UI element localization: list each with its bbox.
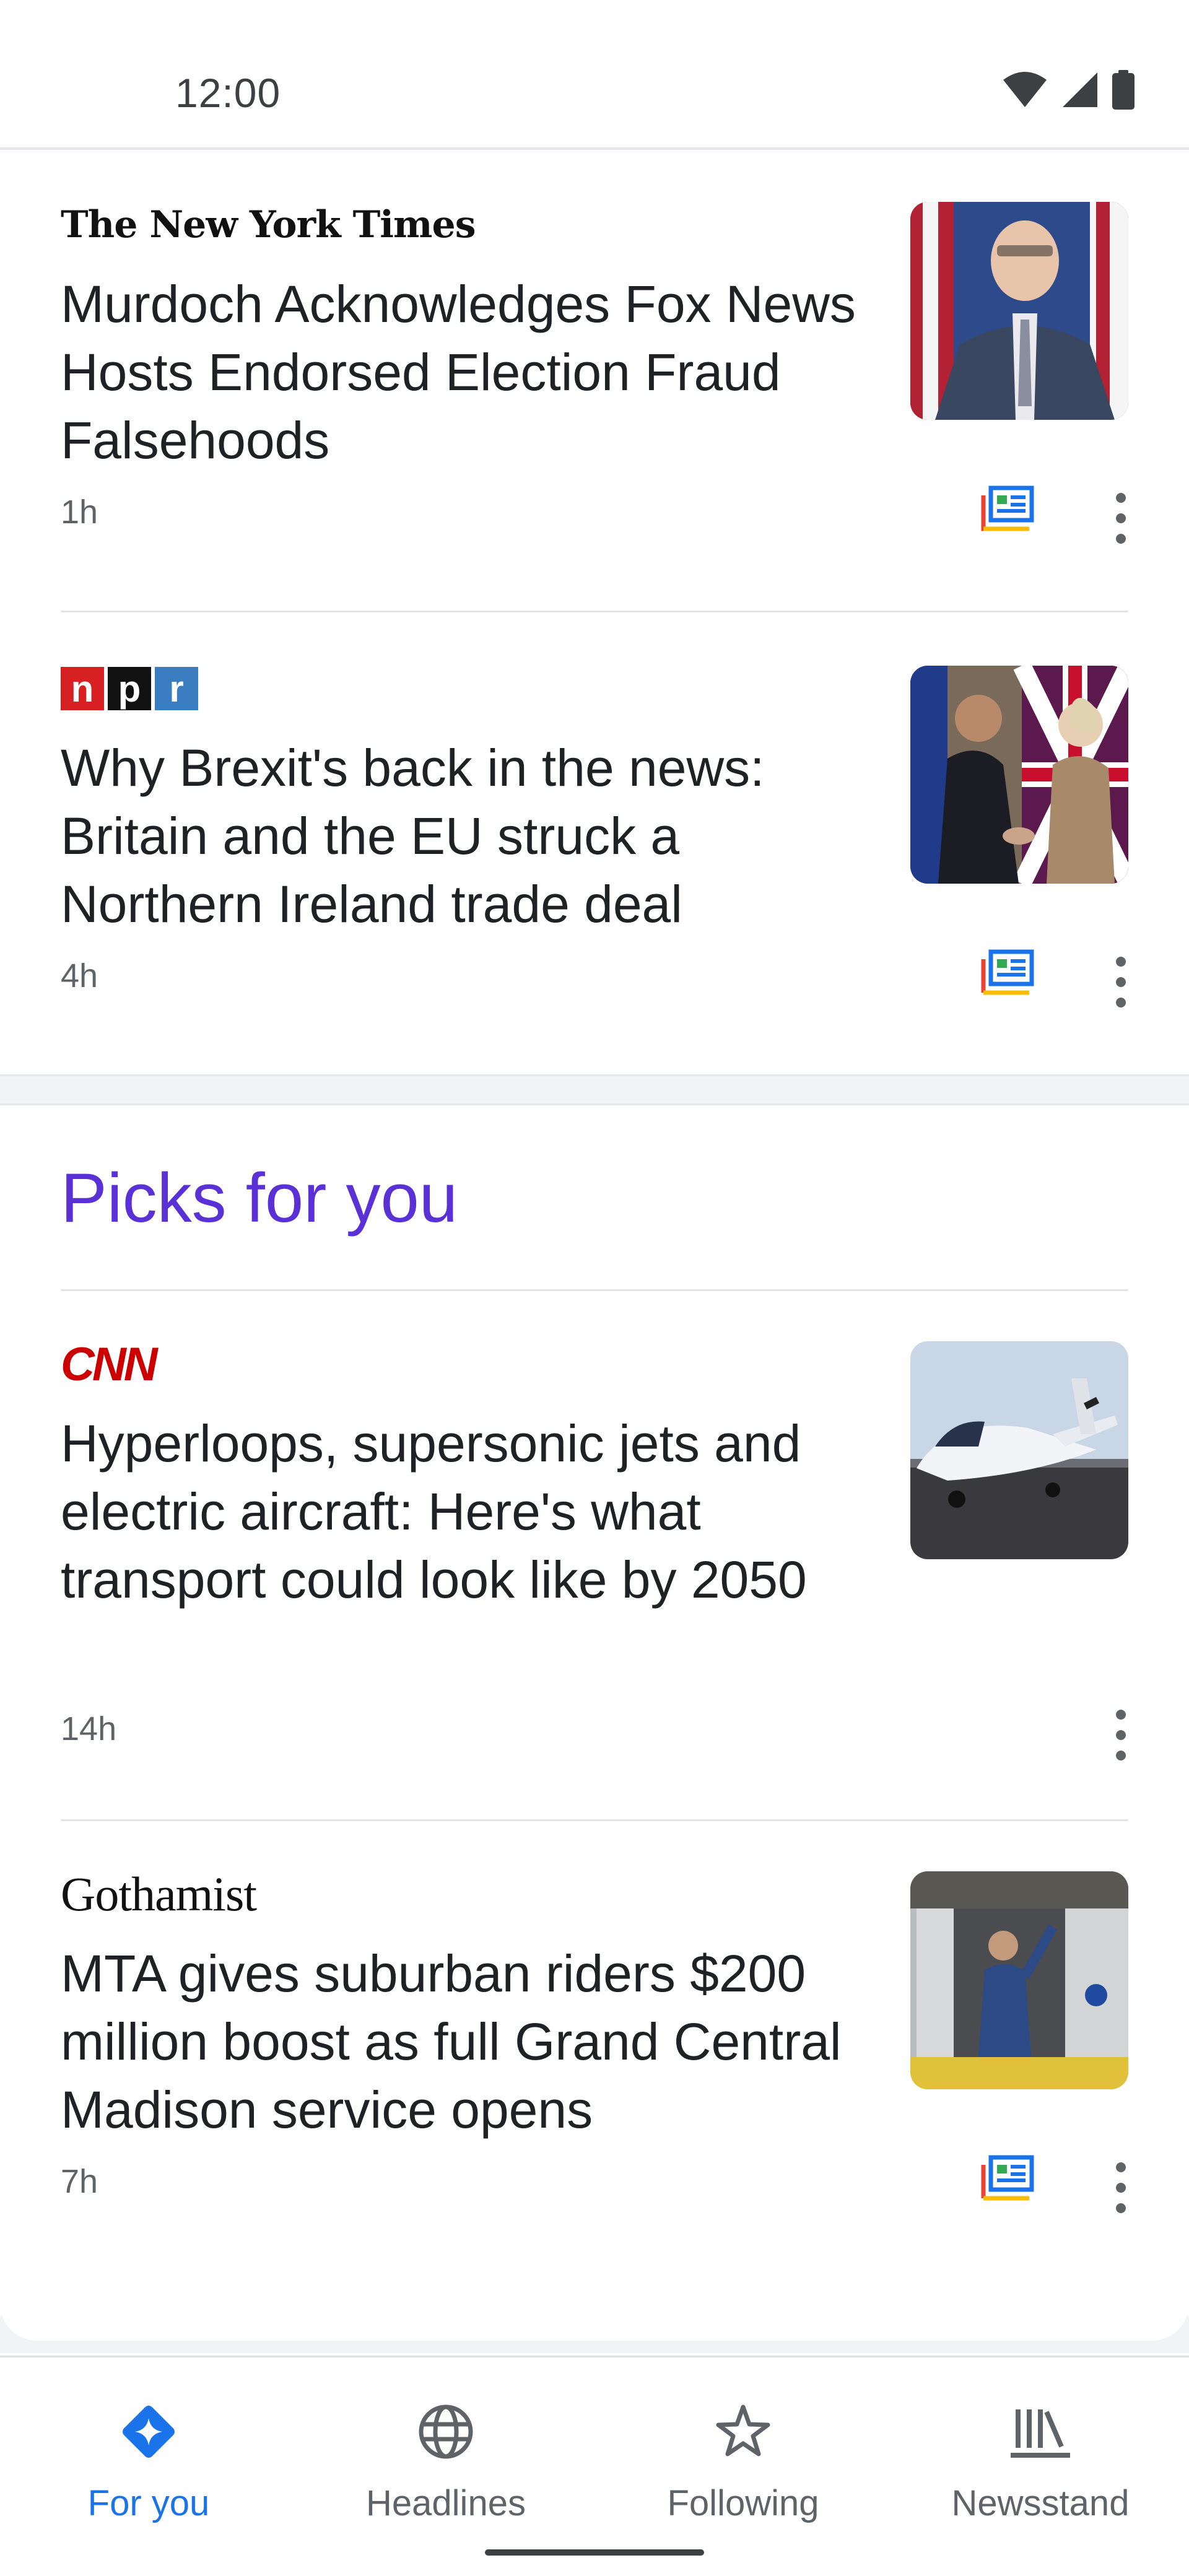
picks-section-title[interactable]: Picks for you bbox=[61, 1158, 458, 1238]
full-coverage-icon[interactable] bbox=[980, 485, 1035, 533]
thumbnail-image bbox=[910, 202, 1128, 420]
nav-label: For you bbox=[87, 2483, 210, 2523]
article-headline[interactable]: Why Brexit's back in the news: Britain a… bbox=[61, 734, 884, 938]
more-options-icon[interactable] bbox=[1113, 493, 1128, 544]
source-logo-npr: n p r bbox=[61, 666, 198, 711]
news-feed-screen: 12:00 The New York Times Murdoch Acknowl… bbox=[0, 0, 1189, 2576]
thumbnail-image bbox=[910, 666, 1128, 884]
article-time: 1h bbox=[61, 494, 98, 531]
article-time: 7h bbox=[61, 2163, 98, 2200]
thumbnail-image bbox=[910, 1341, 1128, 1559]
status-icons bbox=[1002, 69, 1135, 110]
nav-following[interactable]: Following bbox=[613, 2395, 873, 2531]
article[interactable]: CNN Hyperloops, supersonic jets and elec… bbox=[61, 1338, 1128, 1799]
source-logo-cnn: CNN bbox=[61, 1338, 158, 1391]
article-thumbnail[interactable] bbox=[910, 202, 1128, 420]
feed-end-card bbox=[0, 2229, 1189, 2341]
home-indicator[interactable] bbox=[485, 2549, 704, 2556]
article-time: 4h bbox=[61, 957, 98, 994]
full-coverage-icon[interactable] bbox=[980, 949, 1035, 996]
npr-logo: n p r bbox=[61, 667, 198, 710]
newsstand-icon bbox=[1003, 2395, 1078, 2469]
divider bbox=[61, 1819, 1128, 1821]
source-name: The New York Times bbox=[61, 203, 476, 246]
more-options-icon[interactable] bbox=[1113, 957, 1128, 1007]
signal-icon bbox=[1063, 72, 1097, 107]
article[interactable]: n p r Why Brexit's back in the news: Bri… bbox=[61, 666, 1128, 1050]
article-headline[interactable]: Murdoch Acknowledges Fox News Hosts Endo… bbox=[61, 270, 884, 474]
article-thumbnail[interactable] bbox=[910, 1341, 1128, 1559]
article-headline[interactable]: Hyperloops, supersonic jets and electric… bbox=[61, 1409, 884, 1614]
nav-label: Headlines bbox=[366, 2483, 526, 2523]
source-name: Gothamist bbox=[61, 1867, 257, 1921]
nav-headlines[interactable]: Headlines bbox=[316, 2395, 576, 2531]
article[interactable]: Gothamist MTA gives suburban riders $200… bbox=[61, 1867, 1128, 2255]
status-time: 12:00 bbox=[175, 70, 281, 116]
section-separator bbox=[0, 1074, 1189, 1105]
nav-for-you[interactable]: For you bbox=[19, 2395, 279, 2531]
globe-icon bbox=[409, 2395, 483, 2469]
source-name: CNN bbox=[61, 1338, 158, 1391]
bottom-navigation: For you Headlines Following Newsstand bbox=[0, 2356, 1189, 2576]
article-card[interactable]: The New York Times Murdoch Acknowledges … bbox=[0, 152, 1189, 611]
source-logo-gothamist: Gothamist bbox=[61, 1867, 257, 1921]
article-card[interactable]: n p r Why Brexit's back in the news: Bri… bbox=[0, 613, 1189, 1073]
article-headline[interactable]: MTA gives suburban riders $200 million b… bbox=[61, 1939, 884, 2144]
more-options-icon[interactable] bbox=[1113, 1710, 1128, 1760]
article-thumbnail[interactable] bbox=[910, 666, 1128, 884]
wifi-icon bbox=[1003, 72, 1047, 107]
source-logo-nyt: The New York Times bbox=[61, 202, 476, 248]
thumbnail-image bbox=[910, 1871, 1128, 2089]
battery-icon bbox=[1112, 70, 1135, 110]
divider bbox=[61, 1289, 1128, 1291]
article-card[interactable]: CNN Hyperloops, supersonic jets and elec… bbox=[0, 1292, 1189, 1818]
divider bbox=[61, 611, 1128, 612]
article-time: 14h bbox=[61, 1710, 117, 1747]
for-you-icon bbox=[111, 2395, 186, 2469]
nav-label: Following bbox=[667, 2483, 819, 2523]
star-icon bbox=[706, 2395, 780, 2469]
full-coverage-icon[interactable] bbox=[980, 2155, 1035, 2202]
article[interactable]: The New York Times Murdoch Acknowledges … bbox=[61, 202, 1128, 586]
nav-newsstand[interactable]: Newsstand bbox=[910, 2395, 1170, 2531]
article-card[interactable]: Gothamist MTA gives suburban riders $200… bbox=[0, 1822, 1189, 2255]
article-thumbnail[interactable] bbox=[910, 1871, 1128, 2089]
status-bar: 12:00 bbox=[0, 0, 1189, 150]
nav-label: Newsstand bbox=[951, 2483, 1130, 2523]
more-options-icon[interactable] bbox=[1113, 2162, 1128, 2213]
